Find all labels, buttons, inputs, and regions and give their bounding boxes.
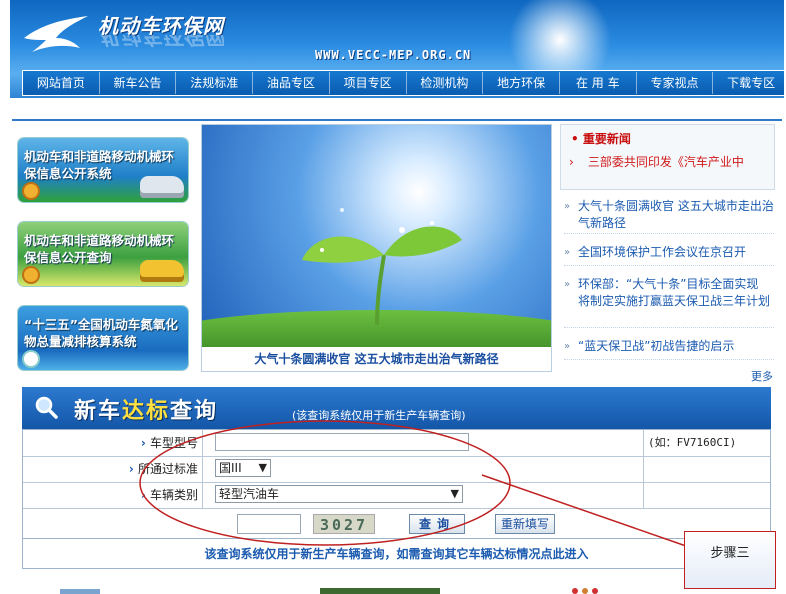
query-note: (该查询系统仅用于新生产车辆查询) xyxy=(292,409,466,422)
nav-item-regulations[interactable]: 法规标准 xyxy=(176,72,254,94)
banner-nox-reduction-system[interactable]: “十三五”全国机动车氮氧化物总量减排核算系统 xyxy=(18,306,188,370)
captcha-input[interactable] xyxy=(237,514,301,534)
car-icon xyxy=(140,176,184,198)
banner-label: “十三五”全国机动车氮氧化物总量减排核算系统 xyxy=(24,317,178,349)
query-button[interactable]: 查询 xyxy=(409,514,465,534)
query-title-bar: 新车达标查询 (该查询系统仅用于新生产车辆查询) xyxy=(22,387,771,429)
query-title-prefix: 新车 xyxy=(74,399,123,424)
standard-select[interactable]: 国III ▼ xyxy=(215,459,271,477)
nav-item-projects[interactable]: 项目专区 xyxy=(330,72,407,94)
car-icon xyxy=(140,260,184,282)
news-item[interactable]: 全国环境保护工作会议在京召开 xyxy=(564,244,774,266)
model-input[interactable] xyxy=(215,433,469,451)
form-row-model: 车型型号 (如：FV7160CI) xyxy=(23,430,770,457)
site-header: 机动车环保网 机动车环保网 WWW.VECC-MEP.ORG.CN 网站首页 新… xyxy=(10,0,784,98)
form-row-vehicle-type: 车辆类别 轻型汽油车 ▼ xyxy=(23,482,770,509)
gear-icon xyxy=(24,268,38,282)
nav-item-downloads[interactable]: 下载专区 xyxy=(713,72,784,94)
gear-icon xyxy=(24,184,38,198)
news-header: 重要新闻 三部委共同印发《汽车产业中 xyxy=(560,124,775,190)
banner-info-disclosure-system[interactable]: 机动车和非道路移动机械环保信息公开系统 xyxy=(18,138,188,202)
nav-item-expert-views[interactable]: 专家视点 xyxy=(637,72,714,94)
empty-cell xyxy=(643,456,771,482)
nav-item-home[interactable]: 网站首页 xyxy=(23,72,100,94)
news-item[interactable]: “蓝天保卫战”初战告捷的启示 xyxy=(564,338,774,360)
main-nav: 网站首页 新车公告 法规标准 油品专区 项目专区 检测机构 地方环保 在 用 车… xyxy=(22,70,784,96)
form-row-standard: 所通过标准 国III ▼ xyxy=(23,456,770,483)
nav-item-fuel[interactable]: 油品专区 xyxy=(253,72,330,94)
nav-item-local-env[interactable]: 地方环保 xyxy=(483,72,560,94)
model-hint: (如：FV7160CI) xyxy=(643,430,770,456)
magnifier-icon xyxy=(35,396,58,419)
vehicle-type-select-value: 轻型汽油车 xyxy=(219,487,280,501)
vehicle-type-label: 车辆类别 xyxy=(23,482,203,508)
photo-caption-link[interactable]: 大气十条圆满收官 这五大城市走出治气新路径 xyxy=(202,347,551,371)
news-header-title: 重要新闻 xyxy=(571,130,631,147)
standard-label: 所通过标准 xyxy=(23,456,203,482)
section-divider xyxy=(12,119,782,121)
form-row-actions: 3027 查询 重新填写 xyxy=(23,508,770,538)
captcha-image[interactable]: 3027 xyxy=(313,514,375,534)
news-more-link[interactable]: 更多 xyxy=(751,368,773,384)
query-form: 车型型号 (如：FV7160CI) 所通过标准 国III ▼ 车辆类别 轻型汽油… xyxy=(22,429,771,539)
gear-icon xyxy=(24,352,38,366)
news-headline-link[interactable]: 三部委共同印发《汽车产业中 xyxy=(569,153,769,170)
news-item[interactable]: 大气十条圆满收官 这五大城市走出治气新路径 xyxy=(564,198,774,234)
step-annotation-box: 步骤三 xyxy=(684,531,776,589)
bird-logo-icon[interactable] xyxy=(22,8,92,58)
query-title-accent: 达标 xyxy=(122,399,171,424)
nav-item-in-use-vehicles[interactable]: 在 用 车 xyxy=(560,72,637,94)
other-vehicles-query-link[interactable]: 该查询系统仅用于新生产车辆查询，如需查询其它车辆达标情况点此进入 xyxy=(22,539,771,569)
query-title-suffix: 查询 xyxy=(170,399,219,424)
site-url: WWW.VECC-MEP.ORG.CN xyxy=(315,48,472,62)
news-panel: 重要新闻 三部委共同印发《汽车产业中 大气十条圆满收官 这五大城市走出治气新路径… xyxy=(560,124,775,384)
featured-photo[interactable]: 大气十条圆满收官 这五大城市走出治气新路径 xyxy=(201,124,552,372)
nav-item-testing-agencies[interactable]: 检测机构 xyxy=(407,72,484,94)
chevron-down-icon: ▼ xyxy=(450,487,459,500)
reset-button[interactable]: 重新填写 xyxy=(495,514,555,534)
site-name-reflection: 机动车环保网 xyxy=(98,35,224,49)
vehicle-type-select[interactable]: 轻型汽油车 ▼ xyxy=(215,485,463,503)
model-label: 车型型号 xyxy=(23,430,203,456)
news-item[interactable]: 环保部：“大气十条”目标全面实现 将制定实施打赢蓝天保卫战三年计划 xyxy=(564,276,774,328)
query-title: 新车达标查询 xyxy=(74,393,218,425)
footer-partner-strip xyxy=(60,584,660,594)
chevron-down-icon: ▼ xyxy=(258,461,267,474)
empty-cell xyxy=(643,482,771,508)
sprout-photo[interactable] xyxy=(202,125,551,347)
nav-item-new-vehicle-notice[interactable]: 新车公告 xyxy=(100,72,177,94)
banner-info-disclosure-query[interactable]: 机动车和非道路移动机械环保信息公开查询 xyxy=(18,222,188,286)
standard-select-value: 国III xyxy=(219,461,242,475)
